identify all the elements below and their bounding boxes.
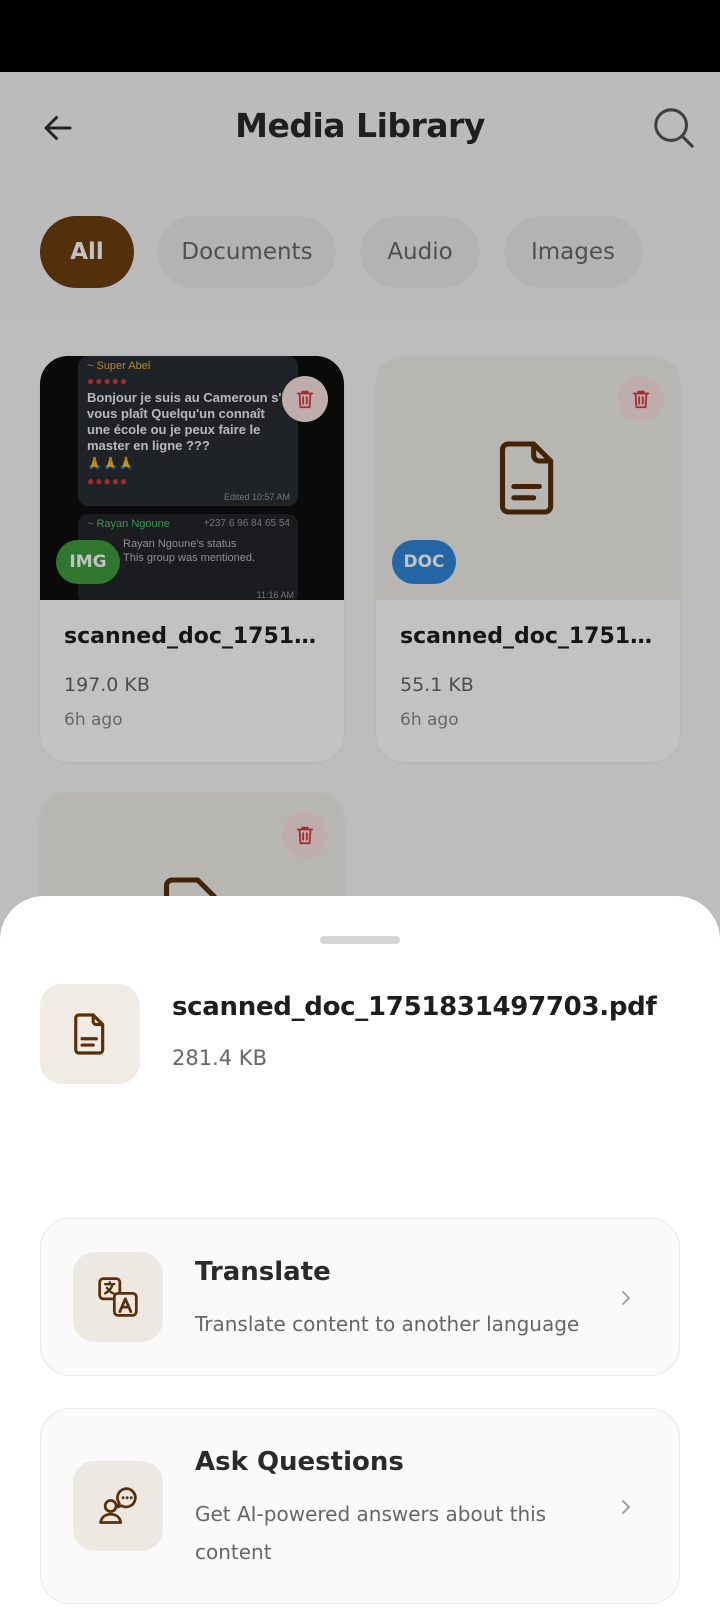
ask-questions-description: Get AI-powered answers about this conten… [195,1502,547,1564]
file-icon-container [40,984,140,1084]
chat-person-icon [99,1487,137,1524]
translate-icon [98,1277,138,1317]
sheet-file-name: scanned_doc_1751831497703.pdf [172,992,657,1022]
translate-description: Translate content to another language [195,1312,580,1336]
status-bar [0,0,720,72]
translate-title: Translate [195,1257,331,1287]
document-icon [74,1013,105,1055]
media-library-screen: Media Library All Documents Audio Images… [0,72,720,1612]
chevron-right-icon [615,1287,637,1309]
sheet-file-size: 281.4 KB [172,1046,267,1070]
chevron-right-icon [615,1496,637,1518]
ask-questions-title: Ask Questions [195,1447,404,1477]
drag-handle[interactable] [320,936,400,944]
ask-questions-action[interactable]: Ask Questions Get AI-powered answers abo… [40,1408,680,1604]
file-actions-bottom-sheet: scanned_doc_1751831497703.pdf 281.4 KB T… [0,896,720,1612]
ask-icon-container [73,1461,163,1551]
translate-icon-container [73,1252,163,1342]
translate-action[interactable]: Translate Translate content to another l… [40,1218,680,1376]
